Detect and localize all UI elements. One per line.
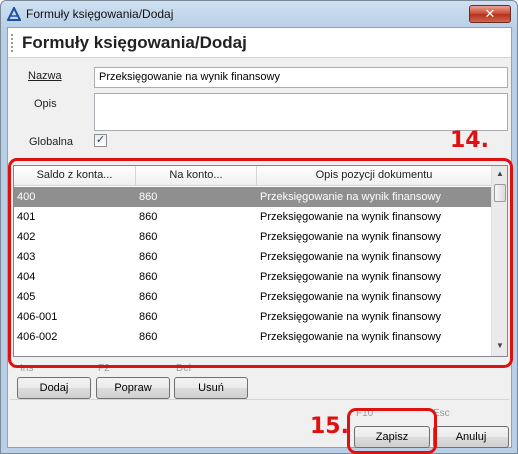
app-logo-icon	[7, 7, 21, 21]
grid-highlight-box	[8, 158, 513, 368]
cancel-button[interactable]: Anuluj	[433, 426, 509, 448]
dialog-window: Formuły księgowania/Dodaj ✕ Formuły księ…	[0, 0, 518, 454]
dialog-client: Formuły księgowania/Dodaj Nazwa Przeksię…	[7, 27, 513, 454]
page-title: Formuły księgowania/Dodaj	[22, 33, 247, 52]
title-bar: Formuły księgowania/Dodaj ✕	[1, 1, 517, 27]
close-button[interactable]: ✕	[469, 5, 511, 23]
edit-button[interactable]: Popraw	[96, 377, 170, 399]
close-icon: ✕	[484, 6, 496, 21]
description-label: Opis	[34, 98, 57, 110]
name-label: Nazwa	[28, 70, 62, 82]
page-header: Formuły księgowania/Dodaj	[8, 28, 511, 58]
save-highlight-box	[347, 408, 437, 454]
delete-button[interactable]: Usuń	[174, 377, 248, 399]
grip-handle	[11, 34, 13, 52]
grid-annotation-number: 14.	[450, 128, 489, 153]
global-checkbox[interactable]: ✓	[94, 134, 107, 147]
window-title: Formuły księgowania/Dodaj	[26, 7, 174, 21]
description-input[interactable]	[94, 93, 508, 131]
global-label: Globalna	[29, 136, 74, 148]
footer-separator	[10, 399, 509, 400]
name-input[interactable]: Przeksięgowanie na wynik finansowy	[94, 67, 508, 88]
save-annotation-number: 15.	[310, 414, 349, 439]
add-button[interactable]: Dodaj	[17, 377, 91, 399]
check-icon: ✓	[95, 134, 106, 146]
